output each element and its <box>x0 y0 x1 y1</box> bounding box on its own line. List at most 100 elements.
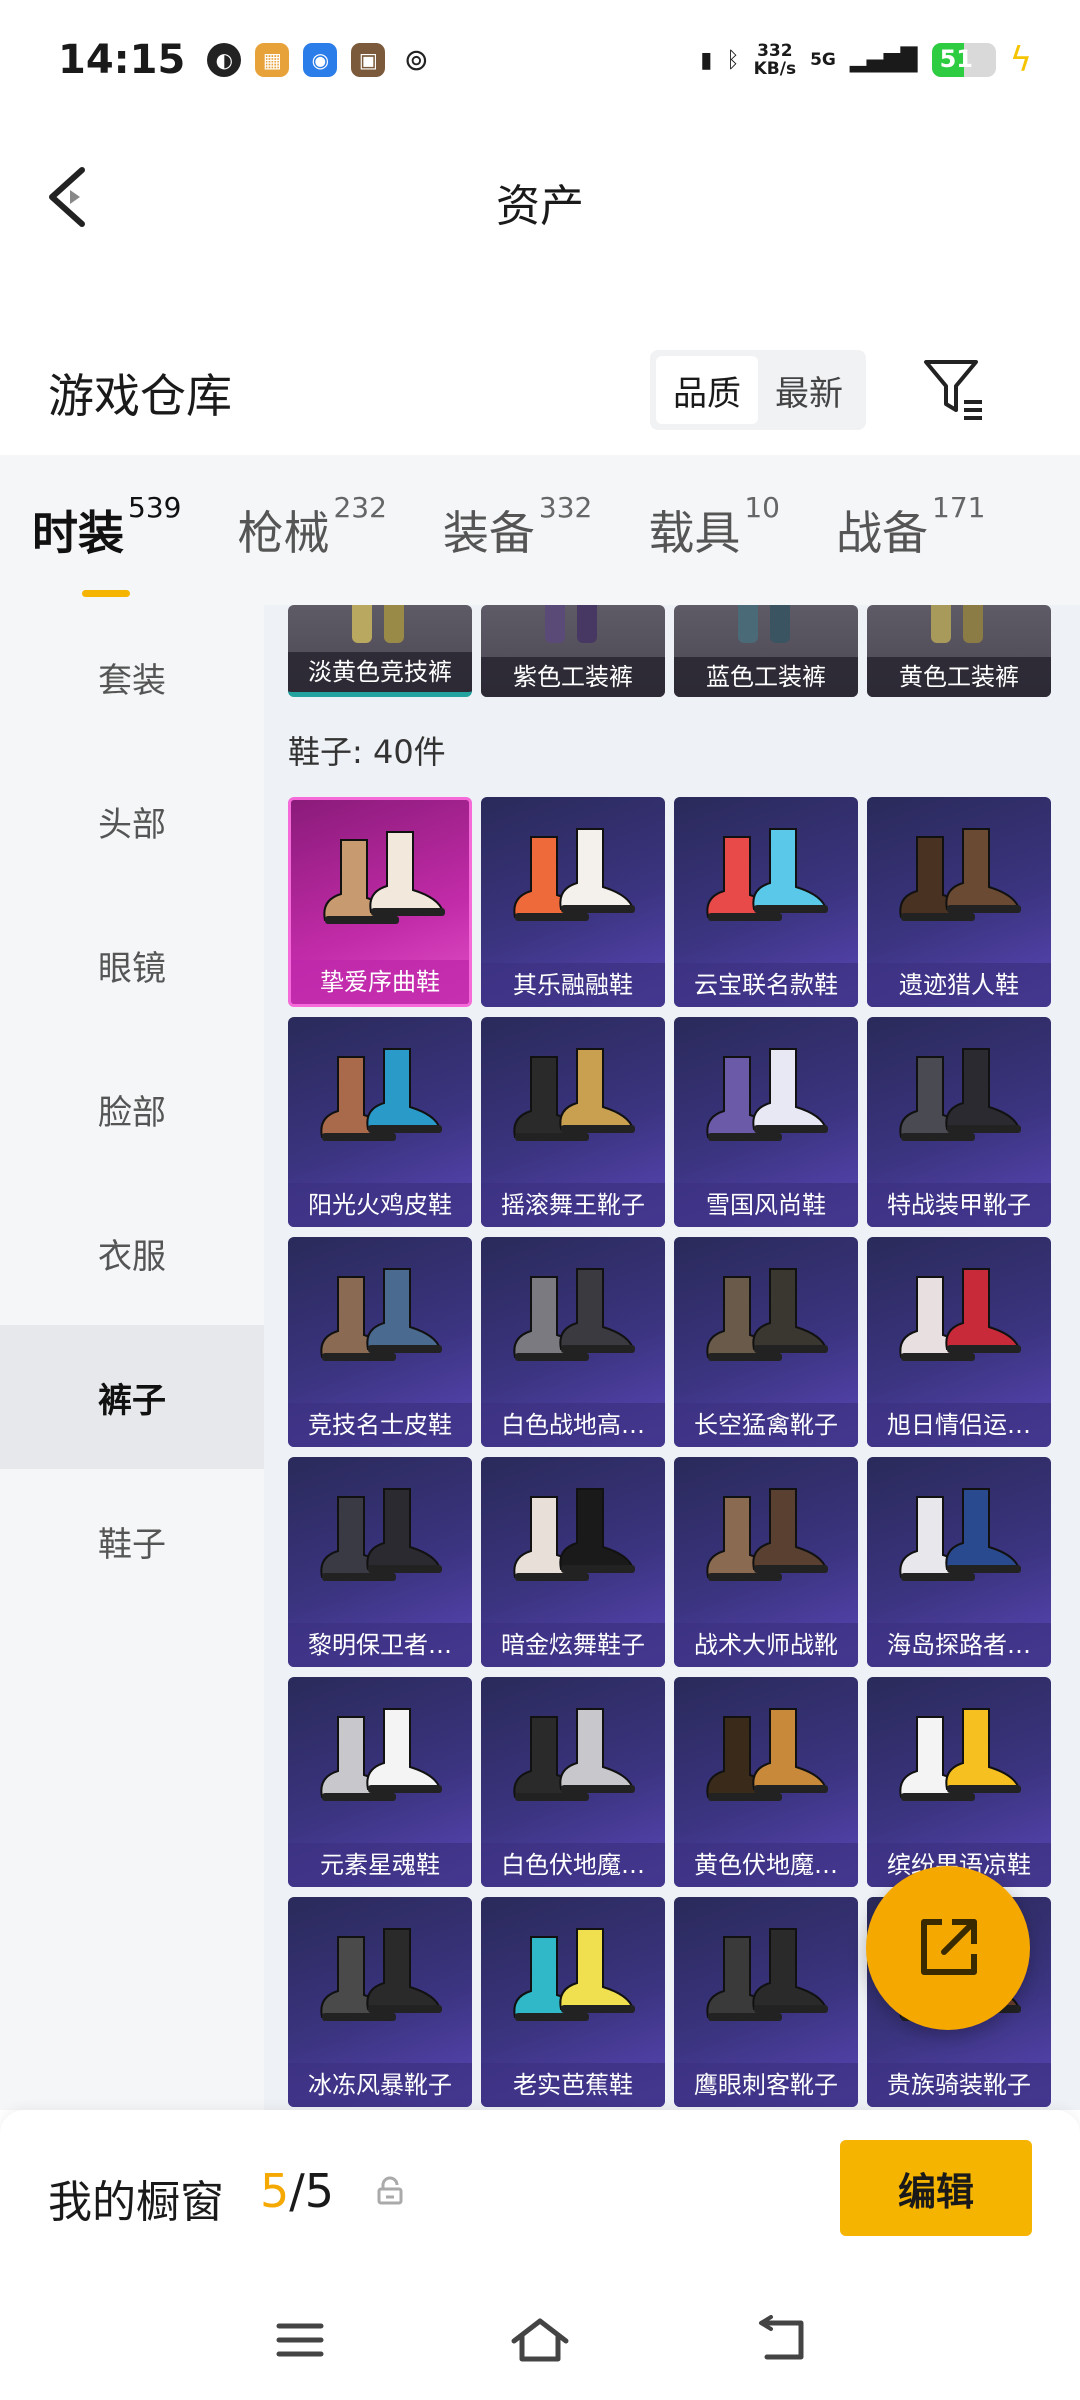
pants-image <box>931 605 951 643</box>
bluetooth-icon: ᛒ <box>726 47 740 73</box>
item-name: 其乐融融鞋 <box>481 963 665 1007</box>
item-card[interactable]: 紫色工装裤 <box>481 605 665 697</box>
tab-guns[interactable]: 枪械 232 <box>237 491 386 563</box>
network-type: 5G <box>810 50 836 70</box>
shoe-image <box>899 1488 1021 1581</box>
item-card[interactable]: 雪国风尚鞋 <box>674 1017 858 1227</box>
item-name: 摇滚舞王靴子 <box>481 1183 665 1227</box>
showcase-label: 我的橱窗 <box>48 2177 224 2228</box>
game2-app-icon: ▣ <box>351 43 386 77</box>
broadcast-app-icon: ◉ <box>303 43 338 77</box>
filter-button[interactable] <box>920 354 988 422</box>
item-card[interactable]: 竞技名士皮鞋 <box>288 1237 472 1447</box>
item-name: 海岛探路者… <box>867 1623 1051 1667</box>
item-card[interactable]: 战术大师战靴 <box>674 1457 858 1667</box>
item-card[interactable]: 挚爱序曲鞋 <box>288 797 472 1007</box>
sidebar-item-shoes[interactable]: 鞋子 <box>0 1469 264 1613</box>
charging-icon: ϟ <box>1009 40 1032 80</box>
item-card[interactable]: 冰冻风暴靴子 <box>288 1897 472 2107</box>
sidebar-item-sets[interactable]: 套装 <box>0 605 264 749</box>
shoe-image <box>323 831 445 924</box>
item-card[interactable]: 白色战地高… <box>481 1237 665 1447</box>
item-name: 阳光火鸡皮鞋 <box>288 1183 472 1227</box>
item-name: 黄色工装裤 <box>867 657 1051 697</box>
system-nav-bar <box>0 2280 1080 2400</box>
item-name: 元素星魂鞋 <box>288 1843 472 1887</box>
item-card[interactable]: 黄色工装裤 <box>867 605 1051 697</box>
shoe-image <box>320 1488 442 1581</box>
item-card[interactable]: 其乐融融鞋 <box>481 797 665 1007</box>
home-button[interactable] <box>505 2310 575 2370</box>
item-card[interactable]: 遗迹猎人鞋 <box>867 797 1051 1007</box>
item-name: 蓝色工装裤 <box>674 657 858 697</box>
status-app-icons: ◐ ▦ ◉ ▣ ⊚ <box>207 43 434 78</box>
item-name: 云宝联名款鞋 <box>674 963 858 1007</box>
signal-icon: ▂▄▆█ <box>849 47 918 73</box>
home-icon <box>511 2318 569 2362</box>
item-name: 黎明保卫者… <box>288 1623 472 1667</box>
shoe-image <box>899 1708 1021 1801</box>
item-name: 鹰眼刺客靴子 <box>674 2063 858 2107</box>
showcase-count: 5/5 <box>260 2164 335 2218</box>
active-tab-indicator <box>82 590 130 597</box>
warehouse-header: 游戏仓库 品质 最新 <box>0 330 1080 450</box>
item-card[interactable]: 海岛探路者… <box>867 1457 1051 1667</box>
item-card[interactable]: 蓝色工装裤 <box>674 605 858 697</box>
item-card[interactable]: 白色伏地魔… <box>481 1677 665 1887</box>
item-name: 旭日情侣运… <box>867 1403 1051 1447</box>
menu-icon <box>276 2323 324 2357</box>
page-header: 资产 <box>0 120 1080 270</box>
pants-image <box>545 605 565 643</box>
menu-button[interactable] <box>265 2310 335 2370</box>
item-card[interactable]: 淡黄色竞技裤 <box>288 605 472 697</box>
item-name: 冰冻风暴靴子 <box>288 2063 472 2107</box>
status-bar: 14:15 ◐ ▦ ◉ ▣ ⊚ ▮ ᛒ 332 KB/s 5G ▂▄▆█ 51 … <box>0 0 1080 120</box>
item-card[interactable]: 长空猛禽靴子 <box>674 1237 858 1447</box>
item-name: 紫色工装裤 <box>481 657 665 697</box>
item-name: 遗迹猎人鞋 <box>867 963 1051 1007</box>
item-card[interactable]: 暗金炫舞鞋子 <box>481 1457 665 1667</box>
item-card[interactable]: 云宝联名款鞋 <box>674 797 858 1007</box>
shoe-image <box>706 1928 828 2021</box>
back-nav-button[interactable] <box>745 2310 815 2370</box>
tab-fashion[interactable]: 时装 539 <box>32 491 181 597</box>
item-card[interactable]: 阳光火鸡皮鞋 <box>288 1017 472 1227</box>
shoe-image <box>706 1488 828 1581</box>
shoe-image <box>320 1928 442 2021</box>
music-app-icon: ⊚ <box>399 43 434 78</box>
game-app-icon: ▦ <box>255 43 290 77</box>
item-card[interactable]: 鹰眼刺客靴子 <box>674 1897 858 2107</box>
sort-newest-button[interactable]: 最新 <box>758 356 860 424</box>
tab-combat-gear[interactable]: 战备 171 <box>836 491 985 563</box>
shoe-image <box>899 1048 1021 1141</box>
share-button[interactable] <box>866 1866 1030 2030</box>
item-card[interactable]: 黎明保卫者… <box>288 1457 472 1667</box>
item-name: 竞技名士皮鞋 <box>288 1403 472 1447</box>
tab-equipment[interactable]: 装备 332 <box>443 491 592 563</box>
edit-button[interactable]: 编辑 <box>840 2140 1032 2236</box>
item-card[interactable]: 特战装甲靴子 <box>867 1017 1051 1227</box>
item-name: 雪国风尚鞋 <box>674 1183 858 1227</box>
sidebar-item-clothes[interactable]: 衣服 <box>0 1181 264 1325</box>
shoe-image <box>706 1708 828 1801</box>
item-card[interactable]: 摇滚舞王靴子 <box>481 1017 665 1227</box>
sidebar-item-glasses[interactable]: 眼镜 <box>0 893 264 1037</box>
shoe-image <box>320 1048 442 1141</box>
item-card[interactable]: 老实芭蕉鞋 <box>481 1897 665 2107</box>
category-tabs: 时装 539 枪械 232 装备 332 载具 10 战备 171 <box>0 455 1080 605</box>
network-speed: 332 KB/s <box>753 41 797 79</box>
shoe-image <box>899 1268 1021 1361</box>
item-card[interactable]: 元素星魂鞋 <box>288 1677 472 1887</box>
shoe-image <box>513 1268 635 1361</box>
sort-quality-button[interactable]: 品质 <box>656 356 758 424</box>
item-card[interactable]: 缤纷果语凉鞋 <box>867 1677 1051 1887</box>
warehouse-title: 游戏仓库 <box>48 369 232 423</box>
sidebar-item-pants[interactable]: 裤子 <box>0 1325 264 1469</box>
pants-image <box>738 605 758 643</box>
item-name: 暗金炫舞鞋子 <box>481 1623 665 1667</box>
sidebar-item-head[interactable]: 头部 <box>0 749 264 893</box>
item-card[interactable]: 黄色伏地魔… <box>674 1677 858 1887</box>
item-card[interactable]: 旭日情侣运… <box>867 1237 1051 1447</box>
sidebar-item-face[interactable]: 脸部 <box>0 1037 264 1181</box>
tab-vehicles[interactable]: 载具 10 <box>648 491 780 563</box>
